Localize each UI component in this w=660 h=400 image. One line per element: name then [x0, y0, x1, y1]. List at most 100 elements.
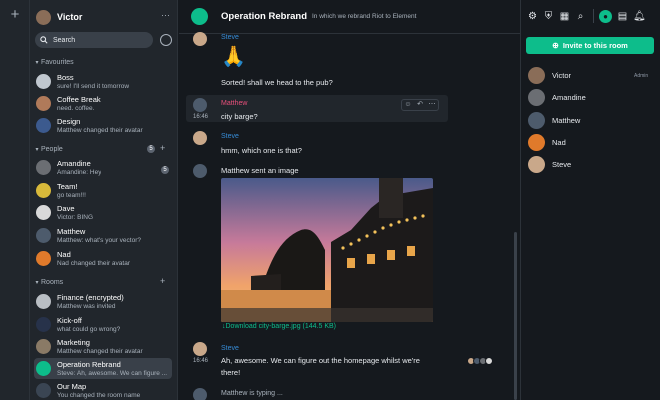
search-input[interactable]: Search — [35, 32, 153, 48]
react-icon[interactable]: ☺ — [402, 100, 414, 110]
list-item[interactable]: Team! go team!!! — [34, 180, 172, 201]
timeline-scrollbar[interactable] — [514, 232, 517, 400]
room-name: Kick-off — [57, 315, 82, 325]
chevron-down-icon: ▾ — [35, 146, 39, 153]
member-item[interactable]: Matthew — [528, 111, 580, 129]
room-preview: need. coffee. — [57, 104, 95, 112]
add-user-icon: ⊕ — [552, 41, 559, 50]
avatar — [528, 111, 545, 129]
message-emoji: 🙏 — [221, 46, 246, 68]
avatar — [36, 205, 51, 220]
room-preview: go team!!! — [57, 191, 86, 199]
member-name: Nad — [552, 137, 566, 147]
avatar — [528, 155, 545, 173]
member-item[interactable]: Amandine — [528, 88, 586, 106]
list-item[interactable]: Dave Victor: BING — [34, 202, 172, 223]
room-name: Team! — [57, 181, 78, 191]
user-menu-button[interactable]: Victor — [36, 9, 82, 25]
bell-icon[interactable]: 🔔︎ — [633, 11, 646, 22]
room-view: Operation Rebrand In which we rebrand Ri… — [179, 0, 521, 400]
list-item[interactable]: Nad Nad changed their avatar — [34, 248, 172, 269]
people-icon[interactable]: ● — [599, 9, 612, 23]
member-item[interactable]: Steve — [528, 155, 571, 173]
section-people[interactable]: ▾ People — [33, 144, 62, 154]
right-panel: ⚙ ⛨ ▦ ⌕ ● ▤ 🔔︎ ⊕ Invite to this room Vic… — [521, 0, 660, 400]
message-body: there! — [221, 368, 241, 377]
list-item[interactable]: Coffee Break need. coffee. — [34, 93, 172, 114]
sender-name[interactable]: Matthew — [221, 100, 247, 107]
header-icons: ⚙ ⛨ ▦ ⌕ ● ▤ 🔔︎ — [527, 9, 649, 23]
member-item[interactable]: Nad — [528, 133, 566, 151]
files-icon[interactable]: ▤ — [617, 11, 628, 22]
member-name: Steve — [552, 159, 572, 169]
avatar — [36, 361, 51, 376]
avatar[interactable] — [193, 32, 207, 46]
chevron-down-icon: ▾ — [35, 279, 39, 286]
search-icon — [40, 36, 48, 44]
list-item[interactable]: Kick-off what could go wrong? — [34, 314, 172, 335]
list-item[interactable]: Our Map You changed the room name — [34, 380, 172, 400]
list-item-active[interactable]: Operation Rebrand Steve: Ah, awesome. We … — [34, 358, 172, 379]
download-link[interactable]: ↓Download city-barge.jpg (144.5 KB) — [222, 323, 336, 330]
typing-indicator: Matthew is typing ... — [221, 390, 283, 397]
plus-icon[interactable]: + — [8, 7, 22, 22]
message-action-bar: ☺ ↶ ⋯ — [401, 99, 439, 111]
list-item[interactable]: Amandine Amandine: Hey — [34, 157, 172, 178]
member-name: Victor — [552, 70, 572, 80]
list-item[interactable]: Marketing Matthew changed their avatar — [34, 336, 172, 357]
list-item[interactable]: Boss sure! I'll send it tomorrow — [34, 71, 172, 92]
member-item[interactable]: Victor — [528, 66, 571, 84]
add-icon[interactable]: + — [160, 276, 165, 286]
space-rail: + — [0, 0, 30, 400]
explore-rooms-icon[interactable] — [160, 34, 172, 46]
message-body: Ah, awesome. We can figure out the homep… — [221, 356, 420, 365]
room-avatar[interactable] — [191, 8, 208, 25]
section-favourites[interactable]: ▾ Favourites — [33, 57, 73, 67]
timestamp: 16:46 — [193, 114, 209, 120]
room-preview: Nad changed their avatar — [57, 259, 130, 267]
room-name: Nad — [57, 249, 71, 259]
message-image[interactable] — [221, 178, 433, 322]
avatar — [36, 9, 51, 25]
avatar — [36, 383, 51, 398]
avatar — [36, 96, 51, 111]
avatar — [36, 317, 51, 332]
list-item[interactable]: Matthew Matthew: what's your vector? — [34, 225, 172, 246]
avatar[interactable] — [193, 98, 207, 112]
room-name[interactable]: Operation Rebrand — [221, 11, 307, 22]
avatar[interactable] — [193, 131, 207, 145]
avatar — [36, 160, 51, 175]
reply-icon[interactable]: ↶ — [414, 100, 426, 110]
gear-icon[interactable]: ⚙ — [527, 11, 538, 22]
avatar[interactable] — [193, 164, 207, 178]
shield-icon[interactable]: ⛨ — [543, 11, 554, 22]
room-preview: Victor: BING — [57, 213, 94, 221]
read-receipts[interactable] — [467, 357, 493, 365]
unread-badge: 5 — [161, 166, 169, 174]
more-icon[interactable]: ··· — [161, 10, 170, 20]
avatar — [36, 74, 51, 89]
room-name: Operation Rebrand — [57, 359, 121, 369]
room-preview: Matthew changed their avatar — [57, 347, 143, 355]
photo-illustration — [221, 178, 433, 322]
options-icon[interactable]: ⋯ — [426, 100, 438, 110]
sender-name[interactable]: Steve — [221, 345, 239, 352]
list-item[interactable]: Design Matthew changed their avatar — [34, 115, 172, 136]
sender-name[interactable]: Steve — [221, 133, 239, 140]
room-preview: Matthew: what's your vector? — [57, 236, 141, 244]
add-icon[interactable]: + — [160, 143, 165, 153]
section-rooms[interactable]: ▾ Rooms — [33, 277, 63, 287]
avatar — [528, 133, 545, 151]
chevron-down-icon: ▾ — [35, 59, 39, 66]
invite-button[interactable]: ⊕ Invite to this room — [526, 37, 654, 54]
sender-name[interactable]: Steve — [221, 34, 239, 41]
search-icon[interactable]: ⌕ — [575, 11, 586, 22]
list-item[interactable]: Finance (encrypted) Matthew was invited — [34, 291, 172, 312]
apps-grid-icon[interactable]: ▦ — [559, 11, 570, 22]
avatar — [36, 294, 51, 309]
room-topic: In which we rebrand Riot to Element — [312, 13, 417, 20]
avatar[interactable] — [193, 342, 207, 356]
room-preview: Amandine: Hey — [57, 168, 102, 176]
section-title: Rooms — [41, 278, 64, 286]
message-body: Matthew sent an image — [221, 166, 299, 175]
